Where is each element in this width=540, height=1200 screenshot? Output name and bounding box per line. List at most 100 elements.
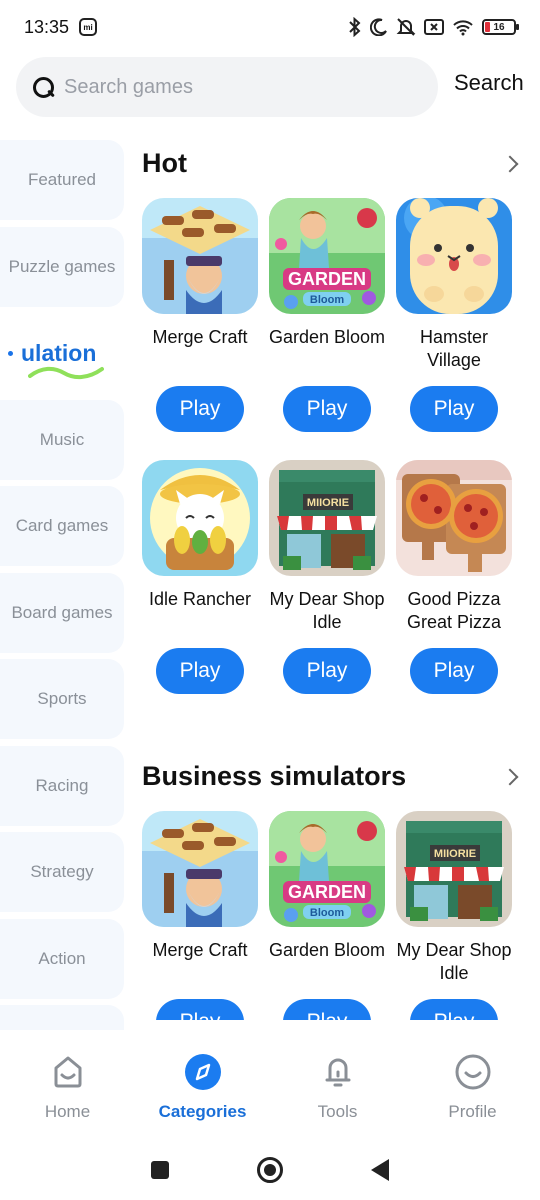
status-bar: 13:35 mi 16 — [0, 0, 540, 54]
sidebar-item-more[interactable] — [0, 1005, 124, 1030]
sidebar-item-simulation[interactable]: ulation — [0, 313, 124, 393]
garden-bloom-icon[interactable]: GARDEN Bloom — [269, 811, 385, 927]
play-button[interactable]: Play — [156, 386, 244, 432]
sidebar-item-strategy[interactable]: Strategy — [0, 832, 124, 912]
nav-item-home[interactable]: Home — [0, 1030, 135, 1140]
game-card[interactable]: Idle Rancher Play — [140, 460, 260, 694]
chevron-right-icon[interactable] — [501, 768, 519, 785]
sidebar-item-card-games[interactable]: Card games — [0, 486, 124, 566]
active-squiggle-icon — [28, 366, 104, 380]
play-button[interactable]: Play — [283, 648, 371, 694]
play-button[interactable]: Play — [410, 999, 498, 1020]
home-icon — [48, 1052, 88, 1092]
game-name: Garden Bloom — [268, 940, 386, 960]
system-nav-bar — [0, 1140, 540, 1200]
game-name: Good Pizza Great Pizza — [406, 589, 502, 632]
active-dot — [8, 350, 13, 356]
section-title: Business simulators — [142, 761, 407, 791]
bloom-logo-text: Bloom — [310, 907, 344, 919]
my-dear-shop-icon[interactable]: MIIORIE — [269, 460, 385, 576]
search-bar[interactable] — [16, 57, 438, 117]
game-card[interactable]: MIIORIE My Dear Shop Idle Play — [267, 460, 387, 694]
sidebar-item-sports[interactable]: Sports — [0, 659, 124, 739]
play-button[interactable]: Play — [283, 386, 371, 432]
game-name: Idle Rancher — [148, 589, 252, 609]
recent-apps-icon[interactable] — [151, 1161, 169, 1179]
game-card[interactable]: MIIORIE My Dear Shop Idle Play — [394, 811, 514, 1020]
nav-label: Profile — [448, 1102, 497, 1121]
game-card[interactable]: Merge Craft Play — [140, 198, 260, 432]
game-name: Merge Craft — [152, 940, 248, 960]
bottom-nav: Home Categories Tools Profile — [0, 1030, 540, 1140]
nav-label: Tools — [317, 1102, 358, 1121]
sidebar-item-label: Board games — [11, 602, 113, 622]
game-card[interactable]: Merge Craft Play — [140, 811, 260, 1020]
nav-item-profile[interactable]: Profile — [405, 1030, 540, 1140]
chevron-right-icon[interactable] — [501, 155, 519, 172]
play-button[interactable]: Play — [156, 648, 244, 694]
sidebar-item-music[interactable]: Music — [0, 399, 124, 480]
nav-item-categories[interactable]: Categories — [135, 1030, 270, 1140]
merge-craft-icon[interactable] — [142, 198, 258, 314]
sidebar-item-label: Music — [39, 429, 85, 449]
nav-label: Categories — [158, 1102, 247, 1121]
game-card[interactable]: Hamster Village Play — [394, 198, 514, 432]
nav-label: Home — [44, 1102, 91, 1121]
sidebar-item-featured[interactable]: Featured — [0, 140, 124, 220]
sidebar-item-label: Puzzle games — [8, 256, 116, 276]
nav-item-tools[interactable]: Tools — [270, 1030, 405, 1140]
search-icon — [32, 76, 54, 98]
play-button[interactable]: Play — [410, 386, 498, 432]
bluetooth-icon — [349, 17, 361, 37]
sidebar-item-label: Strategy — [30, 862, 94, 881]
hamster-village-icon[interactable] — [396, 198, 512, 314]
sidebar-item-label: Sports — [37, 689, 87, 708]
sidebar-item-label: Card games — [15, 516, 109, 535]
section-header-hot[interactable]: Hot — [142, 148, 522, 179]
sidebar-item-action[interactable]: Action — [0, 918, 124, 999]
game-card[interactable]: GARDEN Bloom Garden Bloom Play — [267, 811, 387, 1020]
search-input[interactable] — [64, 75, 404, 99]
section-title: Hot — [142, 148, 187, 178]
sidebar-item-label: Racing — [35, 775, 89, 795]
game-card[interactable]: GARDEN Bloom Garden Bloom Play — [267, 198, 387, 432]
game-list: Hot Merge Craft Play GARDEN Bloom Garden … — [124, 130, 540, 1020]
sidebar-item-racing[interactable]: Racing — [0, 745, 124, 826]
sidebar-item-board-games[interactable]: Board games — [0, 572, 124, 653]
sidebar-item-label: Featured — [27, 170, 97, 189]
wifi-icon — [453, 20, 473, 36]
status-icons: 16 — [348, 17, 519, 37]
idle-rancher-icon[interactable] — [142, 460, 258, 576]
game-name: My Dear Shop Idle — [269, 589, 385, 632]
battery-icon: 16 — [482, 19, 519, 35]
game-name: Garden Bloom — [268, 327, 386, 347]
game-name: Hamster Village — [419, 327, 488, 370]
my-dear-shop-icon[interactable]: MIIORIE — [396, 811, 512, 927]
garden-bloom-icon[interactable]: GARDEN Bloom — [269, 198, 385, 314]
play-button[interactable]: Play — [410, 648, 498, 694]
compass-icon — [183, 1052, 223, 1092]
category-sidebar: Featured Puzzle games ulation Music Card… — [0, 140, 124, 1030]
mute-icon — [396, 18, 416, 36]
sidebar-item-label: ulation — [21, 339, 97, 366]
mi-badge-icon: mi — [79, 18, 98, 36]
merge-craft-icon[interactable] — [142, 811, 258, 927]
shop-sign-text: MIIORIE — [307, 497, 349, 509]
game-name: Merge Craft — [152, 327, 248, 347]
moon-icon — [370, 18, 387, 36]
status-time: 13:35 — [24, 16, 70, 37]
shop-sign-text: MIIORIE — [434, 848, 476, 860]
smile-icon — [453, 1052, 493, 1092]
good-pizza-icon[interactable] — [396, 460, 512, 576]
section-header-business-simulators[interactable]: Business simulators — [142, 761, 522, 792]
sim-off-icon — [424, 19, 444, 35]
play-button[interactable]: Play — [283, 999, 371, 1020]
game-card[interactable]: Good Pizza Great Pizza Play — [394, 460, 514, 694]
game-name: My Dear Shop Idle — [396, 940, 512, 983]
garden-logo-text: GARDEN — [288, 882, 366, 902]
back-icon[interactable] — [371, 1159, 389, 1181]
home-button-icon[interactable] — [257, 1157, 283, 1183]
play-button[interactable]: Play — [156, 999, 244, 1020]
search-button[interactable]: Search — [454, 70, 524, 96]
sidebar-item-puzzle-games[interactable]: Puzzle games — [0, 226, 124, 307]
